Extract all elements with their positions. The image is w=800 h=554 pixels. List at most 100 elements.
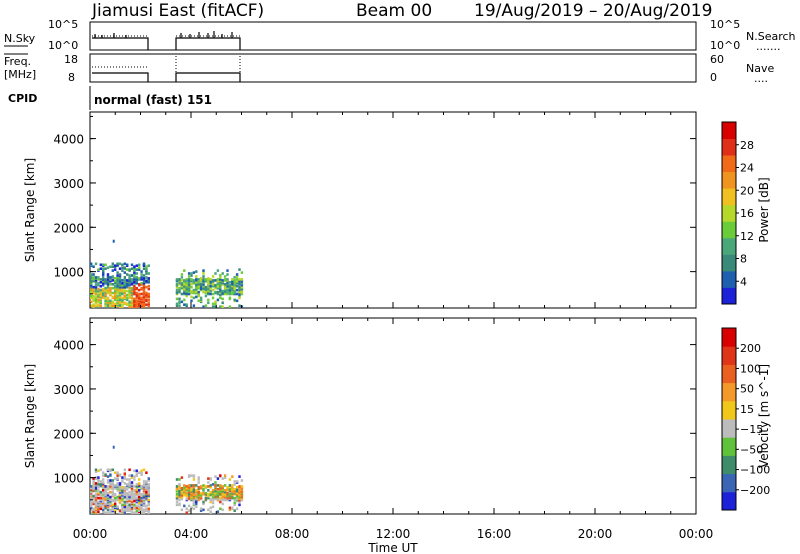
heatmap-cell	[147, 277, 150, 280]
heatmap-cell	[123, 289, 126, 293]
heatmap-cell	[238, 489, 241, 492]
freq-left-tick-bottom: 8	[68, 71, 75, 84]
heatmap-cell	[109, 495, 112, 499]
heatmap-cell	[135, 509, 138, 512]
heatmap-cell	[192, 279, 196, 282]
heatmap-cell	[199, 277, 203, 280]
heatmap-cell	[128, 468, 131, 472]
heatmap-cell	[112, 445, 115, 449]
heatmap-cell	[99, 267, 102, 270]
heatmap-cell	[228, 506, 232, 510]
heatmap-cell	[123, 468, 126, 472]
heatmap-cell	[94, 283, 98, 287]
colorbar-swatch	[722, 364, 736, 384]
heatmap-cell	[142, 492, 146, 496]
heatmap-cell	[133, 469, 136, 473]
y-tick-label: 4000	[53, 339, 84, 353]
heatmap-cell	[231, 506, 234, 510]
heatmap-cell	[145, 291, 148, 295]
heatmap-cell	[209, 497, 212, 501]
heatmap-cell	[147, 298, 150, 302]
heatmap-cell	[180, 273, 184, 276]
heatmap-cell	[202, 305, 205, 308]
heatmap-cell	[190, 278, 193, 281]
heatmap-cell	[121, 269, 124, 272]
heatmap-cell	[187, 504, 191, 508]
heatmap-cell	[180, 476, 184, 479]
heatmap-cell	[197, 476, 200, 479]
heatmap-cell	[216, 290, 220, 294]
velocity-colorbar-label: Velocity [m s^-1]	[757, 364, 771, 468]
heatmap-cell	[99, 483, 102, 486]
heatmap-cell	[226, 273, 229, 276]
heatmap-cell	[97, 496, 100, 500]
colorbar-swatch	[722, 155, 736, 173]
heatmap-cell	[240, 278, 244, 281]
heatmap-cell	[183, 298, 186, 302]
heatmap-cell	[226, 486, 229, 489]
heatmap-cell	[216, 278, 220, 281]
heatmap-cell	[114, 302, 117, 306]
heatmap-cell	[116, 505, 119, 509]
x-tick-label: 08:00	[275, 527, 310, 541]
heatmap-cell	[126, 483, 129, 486]
heatmap-cell	[97, 500, 100, 504]
heatmap-cell	[238, 485, 241, 488]
heatmap-cell	[111, 286, 114, 290]
heatmap-cell	[221, 485, 224, 488]
heatmap-cell	[140, 276, 143, 279]
heatmap-cell	[228, 478, 232, 481]
heatmap-cell	[123, 495, 126, 499]
heatmap-cell	[111, 283, 114, 286]
heatmap-cell	[118, 473, 122, 476]
heatmap-cell	[128, 286, 131, 290]
heatmap-cell	[223, 278, 227, 281]
n-search-legend: .......	[756, 40, 780, 53]
heatmap-cell	[233, 509, 236, 512]
heatmap-cell	[106, 475, 110, 478]
heatmap-cell	[111, 503, 114, 507]
heatmap-cell	[219, 305, 222, 308]
heatmap-cell	[226, 491, 229, 495]
heatmap-cell	[238, 285, 241, 289]
heatmap-cell	[211, 302, 215, 306]
heatmap-cell	[216, 484, 220, 487]
nave-legend: ....	[754, 72, 768, 85]
velocity-heatmap	[90, 445, 244, 514]
heatmap-cell	[190, 272, 193, 275]
heatmap-cell	[92, 285, 95, 289]
heatmap-cell	[116, 274, 119, 277]
heatmap-cell	[140, 273, 143, 276]
heatmap-cell	[126, 293, 129, 297]
heatmap-cell	[183, 484, 186, 487]
heatmap-cell	[133, 511, 136, 514]
colorbar-swatch	[722, 171, 736, 189]
heatmap-cell	[94, 295, 98, 299]
power-heatmap	[90, 239, 244, 308]
heatmap-cell	[209, 284, 212, 288]
heatmap-cell	[140, 496, 143, 500]
heatmap-cell	[142, 262, 146, 266]
heatmap-cell	[130, 278, 134, 281]
heatmap-cell	[147, 507, 150, 511]
heatmap-cell	[187, 272, 191, 275]
heatmap-cell	[133, 265, 136, 268]
heatmap-cell	[216, 488, 220, 491]
heatmap-cell	[97, 303, 100, 306]
heatmap-cell	[140, 492, 143, 496]
heatmap-cell	[97, 268, 100, 271]
heatmap-cell	[97, 486, 100, 489]
heatmap-cell	[99, 288, 102, 292]
x-tick-label: 00:00	[73, 527, 108, 541]
heatmap-cell	[228, 484, 232, 487]
heatmap-cell	[92, 500, 95, 504]
colorbar-swatch	[722, 473, 736, 493]
noise-left-tick-bottom: 10^0	[48, 39, 78, 52]
heatmap-cell	[228, 296, 232, 300]
heatmap-cell	[202, 484, 205, 487]
heatmap-cell	[130, 263, 134, 267]
heatmap-cell	[228, 281, 232, 284]
heatmap-cell	[135, 291, 138, 295]
colorbar-tick-label: 24	[740, 162, 754, 175]
heatmap-cell	[94, 487, 98, 490]
